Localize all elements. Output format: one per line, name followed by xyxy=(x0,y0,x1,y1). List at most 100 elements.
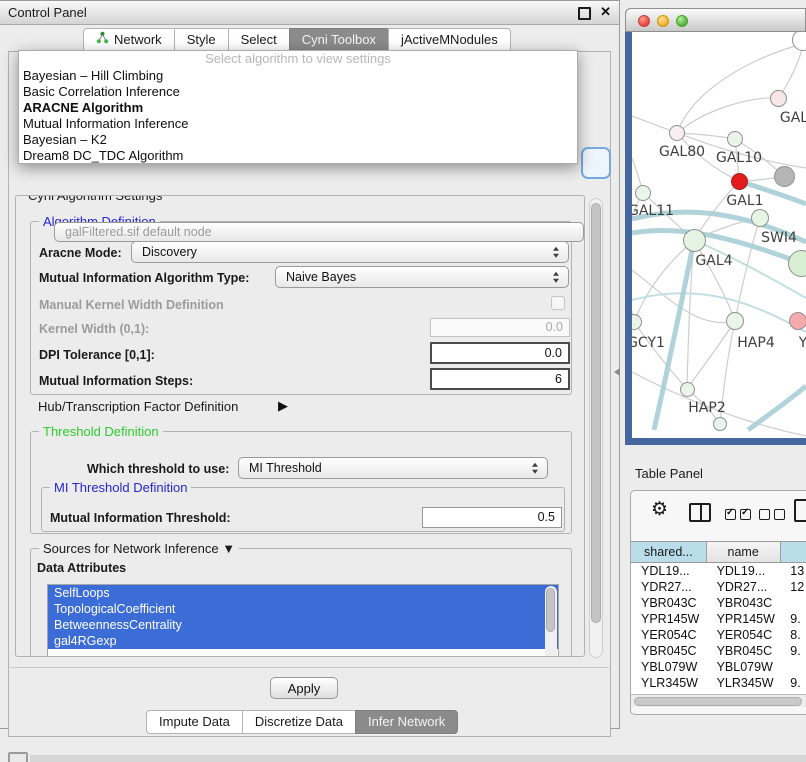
tab-jactivemnodules[interactable]: jActiveMNodules xyxy=(388,28,511,52)
tab-style[interactable]: Style xyxy=(174,28,229,52)
table-row[interactable]: YDL19...YDL19...13 xyxy=(631,563,806,579)
bottom-tabs: Impute DataDiscretize DataInfer Network xyxy=(147,710,458,734)
aracne-mode-select[interactable]: Discovery xyxy=(131,241,569,263)
collapsed-panel-button[interactable] xyxy=(8,752,28,762)
table-row[interactable]: YER054CYER054C8. xyxy=(631,627,806,643)
algorithm-option[interactable]: Bayesian – K2 xyxy=(19,132,577,148)
table-row[interactable]: YDR27...YDR27...12 xyxy=(631,579,806,595)
tab-select[interactable]: Select xyxy=(228,28,290,52)
node-label-swi4: SWI4 xyxy=(761,230,797,246)
table-row[interactable]: YPR145WYPR145W9. xyxy=(631,611,806,627)
panel-divider-collapse-icon[interactable] xyxy=(614,368,620,376)
close-button[interactable] xyxy=(638,15,650,27)
mi-steps-field[interactable]: 6 xyxy=(430,368,570,390)
algorithm-option[interactable]: Dream8 DC_TDC Algorithm xyxy=(19,148,577,164)
control-panel-titlebar: Control Panel ✕ xyxy=(0,1,619,25)
minimize-button[interactable] xyxy=(657,15,669,27)
which-threshold-select[interactable]: MI Threshold xyxy=(238,457,548,479)
table-hscroll-thumb[interactable] xyxy=(634,697,802,706)
table-cell: YER054C xyxy=(631,627,707,643)
node-label-gal11: GAL11 xyxy=(632,203,674,219)
algorithm-combo-fragment[interactable] xyxy=(581,147,611,179)
table-row[interactable]: YLR345WYLR345W9. xyxy=(631,675,806,691)
algorithm-option[interactable]: Mutual Information Inference xyxy=(19,116,577,132)
hub-definition-label[interactable]: Hub/Transcription Factor Definition xyxy=(38,399,238,414)
node[interactable] xyxy=(713,417,727,431)
table-row[interactable]: YBR045CYBR045C9. xyxy=(631,643,806,659)
dpi-tolerance-field[interactable]: 0.0 xyxy=(430,342,570,364)
table-cell: YPR145W xyxy=(707,611,781,627)
table-horizontal-scrollbar[interactable] xyxy=(631,694,806,707)
mi-threshold-group-title: MI Threshold Definition xyxy=(50,480,191,495)
data-attribute-item[interactable]: TopologicalCoefficient xyxy=(48,601,558,617)
checked-boxes-icon[interactable] xyxy=(725,506,755,524)
bottom-tab-discretize-data[interactable]: Discretize Data xyxy=(242,710,356,734)
divider xyxy=(10,667,609,668)
settings-scrollbar[interactable] xyxy=(589,198,603,658)
attr-list-scrollbar[interactable] xyxy=(545,586,557,657)
node-hap4[interactable] xyxy=(726,312,744,330)
mi-type-select[interactable]: Naive Bayes xyxy=(275,266,569,288)
kernel-width-field[interactable]: 0.0 xyxy=(430,318,570,337)
node-label-gcy1: GCY1 xyxy=(632,335,665,351)
control-panel-tabs: NetworkStyleSelectCyni ToolboxjActiveMNo… xyxy=(84,28,511,52)
algorithm-dropdown-prompt: Select algorithm to view settings xyxy=(19,51,577,68)
table-cell: YDR27... xyxy=(707,579,781,595)
network-canvas[interactable]: GALGAL80GAL10GAL1GAL11SWI4GAL4GCY1HAP4YH… xyxy=(632,32,806,438)
manual-kernel-checkbox[interactable] xyxy=(551,296,565,310)
unchecked-boxes-icon[interactable] xyxy=(759,506,789,524)
float-window-icon[interactable] xyxy=(578,7,591,20)
data-attribute-item[interactable]: SelfLoops xyxy=(48,585,558,601)
network-window-titlebar[interactable] xyxy=(625,8,806,32)
data-attributes-list[interactable]: SelfLoopsTopologicalCoefficientBetweenne… xyxy=(47,584,559,657)
table-cell: YBR045C xyxy=(707,643,781,659)
control-panel-title: Control Panel xyxy=(8,5,87,20)
kernel-width-label: Kernel Width (0,1): xyxy=(39,322,149,336)
zoom-button[interactable] xyxy=(676,15,688,27)
close-icon[interactable]: ✕ xyxy=(600,4,611,20)
table-row[interactable]: YBR043CYBR043C xyxy=(631,595,806,611)
bottom-tab-impute-data[interactable]: Impute Data xyxy=(146,710,243,734)
attr-list-scrollbar-thumb[interactable] xyxy=(546,588,555,632)
table-cell xyxy=(780,595,806,611)
expand-right-icon[interactable]: ▶ xyxy=(278,398,288,414)
network-combo[interactable]: galFiltered.sif default node xyxy=(54,222,584,242)
algorithm-option[interactable]: Basic Correlation Inference xyxy=(19,84,577,100)
bottom-tab-infer-network[interactable]: Infer Network xyxy=(355,710,458,734)
apply-button[interactable]: Apply xyxy=(270,677,338,699)
mi-type-label: Mutual Information Algorithm Type: xyxy=(39,271,249,285)
mi-threshold-field[interactable]: 0.5 xyxy=(422,507,562,528)
split-view-icon[interactable] xyxy=(689,503,711,527)
node-y[interactable] xyxy=(789,312,806,330)
node-hap2[interactable] xyxy=(680,382,695,397)
node[interactable] xyxy=(774,166,795,187)
column-header-shared...[interactable]: shared... xyxy=(631,542,707,562)
column-header-cut[interactable] xyxy=(781,542,806,562)
data-attribute-item[interactable]: gal4RGexp xyxy=(48,633,558,649)
stepper-arrows-icon xyxy=(553,247,559,258)
table-row[interactable]: YBL079WYBL079W xyxy=(631,659,806,675)
algorithm-option[interactable]: ARACNE Algorithm xyxy=(19,100,577,116)
settings-scrollbar-thumb[interactable] xyxy=(591,203,601,623)
node-gal10[interactable] xyxy=(727,131,743,147)
stepper-arrows-icon xyxy=(553,272,559,283)
tab-cyni-toolbox[interactable]: Cyni Toolbox xyxy=(289,28,389,52)
aracne-mode-label: Aracne Mode: xyxy=(39,246,122,260)
data-attribute-item[interactable]: BetweennessCentrality xyxy=(48,617,558,633)
collapse-down-icon[interactable]: ▼ xyxy=(222,541,235,556)
algorithm-dropdown-items: Bayesian – Hill ClimbingBasic Correlatio… xyxy=(19,68,577,164)
gear-icon[interactable]: ⚙ xyxy=(651,498,668,521)
node-gal1[interactable] xyxy=(731,173,748,190)
node-swi4[interactable] xyxy=(751,209,769,227)
node-gal80[interactable] xyxy=(669,125,685,141)
table-cell: YBR043C xyxy=(707,595,781,611)
node-gal4[interactable] xyxy=(683,229,706,252)
column-header-name[interactable]: name xyxy=(707,542,781,562)
threshold-definition-title: Threshold Definition xyxy=(39,424,163,439)
document-icon[interactable] xyxy=(794,499,806,527)
tab-network[interactable]: Network xyxy=(83,28,175,52)
node-gal[interactable] xyxy=(770,90,787,107)
node-gal11[interactable] xyxy=(635,185,651,201)
table-cell: 9. xyxy=(780,643,806,659)
algorithm-option[interactable]: Bayesian – Hill Climbing xyxy=(19,68,577,84)
